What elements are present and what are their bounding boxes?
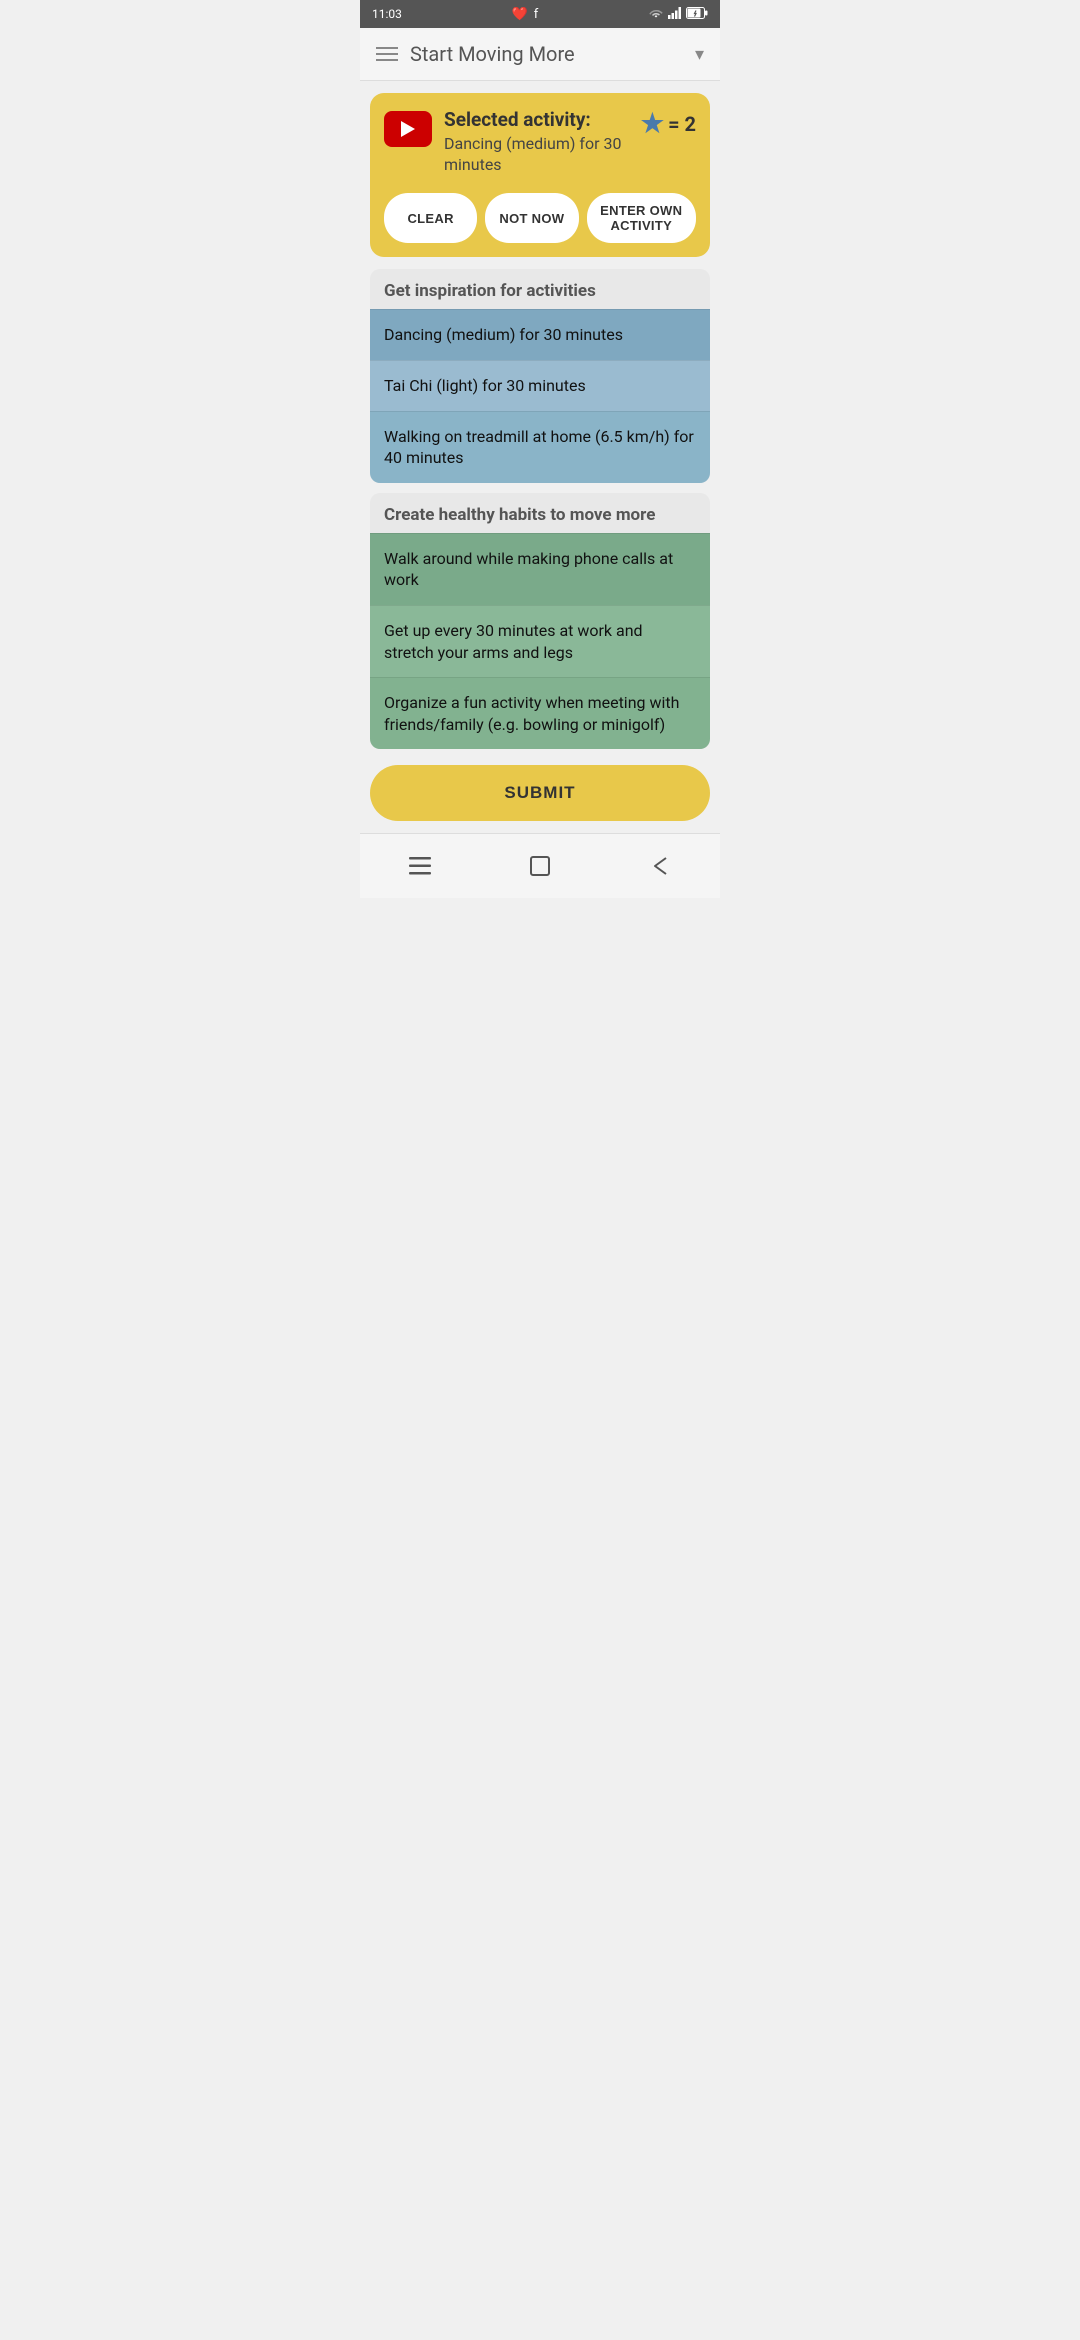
star-rating: ★ = 2 <box>641 109 696 139</box>
nav-back-button[interactable] <box>640 846 680 886</box>
youtube-icon[interactable] <box>384 111 432 147</box>
list-item[interactable]: Walking on treadmill at home (6.5 km/h) … <box>370 411 710 483</box>
inspiration-section-header: Get inspiration for activities <box>370 269 710 309</box>
habits-section: Create healthy habits to move more Walk … <box>370 493 710 750</box>
list-item[interactable]: Organize a fun activity when meeting wit… <box>370 677 710 749</box>
nav-bar <box>360 833 720 898</box>
star-value: = 2 <box>668 112 696 136</box>
habits-section-header: Create healthy habits to move more <box>370 493 710 533</box>
not-now-button[interactable]: NOT NOW <box>485 193 578 243</box>
activity-buttons: CLEAR NOT NOW ENTER OWN ACTIVITY <box>384 193 696 243</box>
app-header: Start Moving More ▾ <box>360 28 720 81</box>
heart-app-icon: ❤️ <box>512 7 528 22</box>
activity-label: Selected activity: <box>444 109 641 132</box>
time-display: 11:03 <box>372 7 402 21</box>
activity-description: Dancing (medium) for 30 minutes <box>444 134 641 176</box>
dropdown-icon[interactable]: ▾ <box>695 44 704 65</box>
enter-own-activity-button[interactable]: ENTER OWN ACTIVITY <box>587 193 697 243</box>
submit-area: SUBMIT <box>360 749 720 833</box>
submit-button[interactable]: SUBMIT <box>370 765 710 821</box>
nav-home-button[interactable] <box>520 846 560 886</box>
inspiration-section: Get inspiration for activities Dancing (… <box>370 269 710 482</box>
clear-button[interactable]: CLEAR <box>384 193 477 243</box>
nav-menu-button[interactable] <box>400 846 440 886</box>
status-bar: 11:03 ❤️ f <box>360 0 720 28</box>
list-item[interactable]: Dancing (medium) for 30 minutes <box>370 309 710 360</box>
list-item[interactable]: Tai Chi (light) for 30 minutes <box>370 360 710 411</box>
list-item[interactable]: Get up every 30 minutes at work and stre… <box>370 605 710 677</box>
facebook-icon: f <box>534 7 539 22</box>
activity-card: Selected activity: Dancing (medium) for … <box>370 93 710 257</box>
menu-button[interactable] <box>376 47 398 61</box>
page-title: Start Moving More <box>410 42 683 66</box>
signal-icon <box>668 7 682 22</box>
list-item[interactable]: Walk around while making phone calls at … <box>370 533 710 605</box>
wifi-icon <box>648 7 664 22</box>
battery-icon <box>686 7 708 22</box>
star-icon: ★ <box>641 109 664 139</box>
